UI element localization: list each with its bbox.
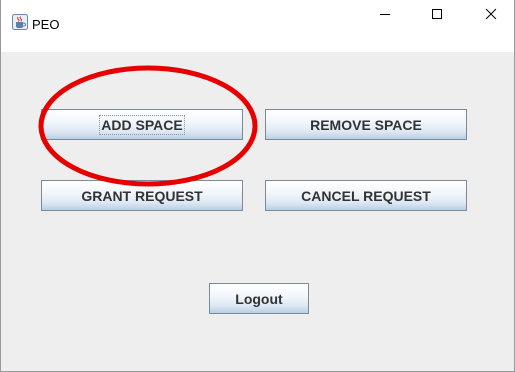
cancel-request-button[interactable]: CANCEL REQUEST (265, 180, 467, 211)
maximize-button[interactable] (414, 0, 460, 32)
minimize-icon (379, 7, 391, 25)
remove-space-label: REMOVE SPACE (310, 116, 422, 133)
add-space-label: ADD SPACE (99, 114, 185, 135)
logout-button[interactable]: Logout (209, 283, 309, 314)
window-title: PEO (32, 17, 60, 32)
minimize-button[interactable] (362, 0, 408, 32)
content-panel: ADD SPACE REMOVE SPACE GRANT REQUEST CAN… (1, 52, 514, 371)
cancel-request-label: CANCEL REQUEST (301, 187, 431, 204)
add-space-button[interactable]: ADD SPACE (41, 109, 243, 140)
title-bar[interactable]: PEO (1, 0, 514, 52)
maximize-icon (431, 7, 443, 25)
remove-space-button[interactable]: REMOVE SPACE (265, 109, 467, 140)
logout-label: Logout (235, 290, 283, 307)
close-button[interactable] (468, 0, 514, 32)
grant-request-label: GRANT REQUEST (81, 187, 203, 204)
application-window: PEO ADD SPACE REMOVE SPACE GRANT REQUEST… (0, 0, 515, 372)
java-cup-icon (12, 14, 28, 30)
close-icon (485, 7, 497, 25)
grant-request-button[interactable]: GRANT REQUEST (41, 180, 243, 211)
